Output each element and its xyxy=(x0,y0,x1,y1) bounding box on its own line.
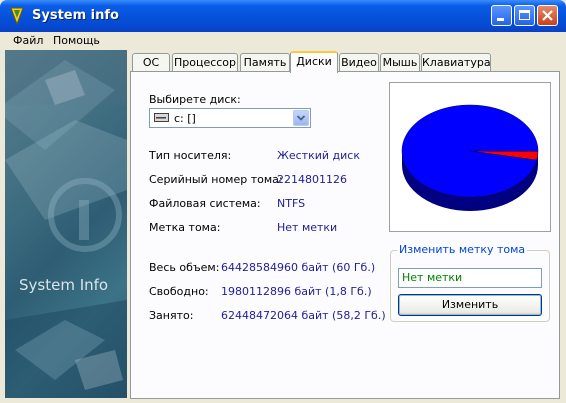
rename-volume-group: Изменить метку тома Нет метки Изменить xyxy=(390,243,550,322)
disk-usage-pie xyxy=(401,104,539,211)
disk-select-value: c: [] xyxy=(174,112,196,125)
used-space-label: Занято: xyxy=(149,309,194,322)
rename-volume-title: Изменить метку тома xyxy=(397,243,528,256)
chevron-down-icon xyxy=(296,115,306,121)
rename-button[interactable]: Изменить xyxy=(398,294,542,316)
tab-strip: ОС Процессор Память Диски Видео Мышь Кла… xyxy=(130,51,560,73)
total-size-label: Весь объем: xyxy=(149,261,220,274)
disk-usage-chart xyxy=(389,82,551,232)
disks-panel: Выбирете диск: c: [] Тип носителя: Жестк… xyxy=(130,71,560,399)
tab-mouse[interactable]: Мышь xyxy=(380,53,420,71)
menu-file[interactable]: Файл xyxy=(13,34,43,47)
serial-number-value: 2214801126 xyxy=(277,173,347,186)
pie-slice-used xyxy=(401,104,539,198)
file-system-label: Файловая система: xyxy=(149,197,261,210)
volume-label-value: Нет метки xyxy=(277,221,338,234)
menu-help[interactable]: Помощь xyxy=(53,34,100,47)
tab-os[interactable]: ОС xyxy=(132,53,170,71)
volume-label-input[interactable]: Нет метки xyxy=(398,268,542,288)
disk-select-dropdown-button[interactable] xyxy=(293,110,309,126)
tab-video[interactable]: Видео xyxy=(339,53,379,71)
window-title: System info xyxy=(32,8,119,23)
used-space-value: 62448472064 байт (58,2 Гб.) xyxy=(221,309,386,322)
free-space-value: 1980112896 байт (1,8 Гб.) xyxy=(221,285,372,298)
media-type-value: Жесткий диск xyxy=(277,149,360,162)
sidebar-artwork xyxy=(5,50,127,398)
sidebar-title: System Info xyxy=(19,276,109,294)
total-size-value: 64428584960 байт (60 Гб.) xyxy=(221,261,376,274)
tab-processor[interactable]: Процессор xyxy=(172,53,238,71)
serial-number-label: Серийный номер тома: xyxy=(149,173,283,186)
volume-label-label: Метка тома: xyxy=(149,221,221,234)
sidebar-banner: System Info xyxy=(5,50,127,398)
close-icon xyxy=(542,10,553,21)
minimize-button[interactable] xyxy=(491,5,512,26)
tab-memory[interactable]: Память xyxy=(240,53,290,71)
app-icon xyxy=(10,7,24,26)
maximize-icon xyxy=(519,10,530,20)
title-bar[interactable]: System info xyxy=(0,0,566,32)
tab-disks[interactable]: Диски xyxy=(290,51,338,73)
maximize-button[interactable] xyxy=(514,5,535,26)
close-button[interactable] xyxy=(537,5,558,26)
free-space-label: Свободно: xyxy=(149,285,209,298)
file-system-value: NTFS xyxy=(277,197,306,210)
disk-drive-icon xyxy=(154,113,169,122)
disk-select[interactable]: c: [] xyxy=(149,108,311,128)
menu-bar: Файл Помощь xyxy=(3,32,563,50)
media-type-label: Тип носителя: xyxy=(149,149,232,162)
system-info-window: System info Файл Помощь System Info ОС П… xyxy=(0,0,566,403)
minimize-icon xyxy=(497,18,504,21)
tab-keyboard[interactable]: Клавиатура xyxy=(421,53,491,71)
disk-select-label: Выбирете диск: xyxy=(149,93,241,106)
